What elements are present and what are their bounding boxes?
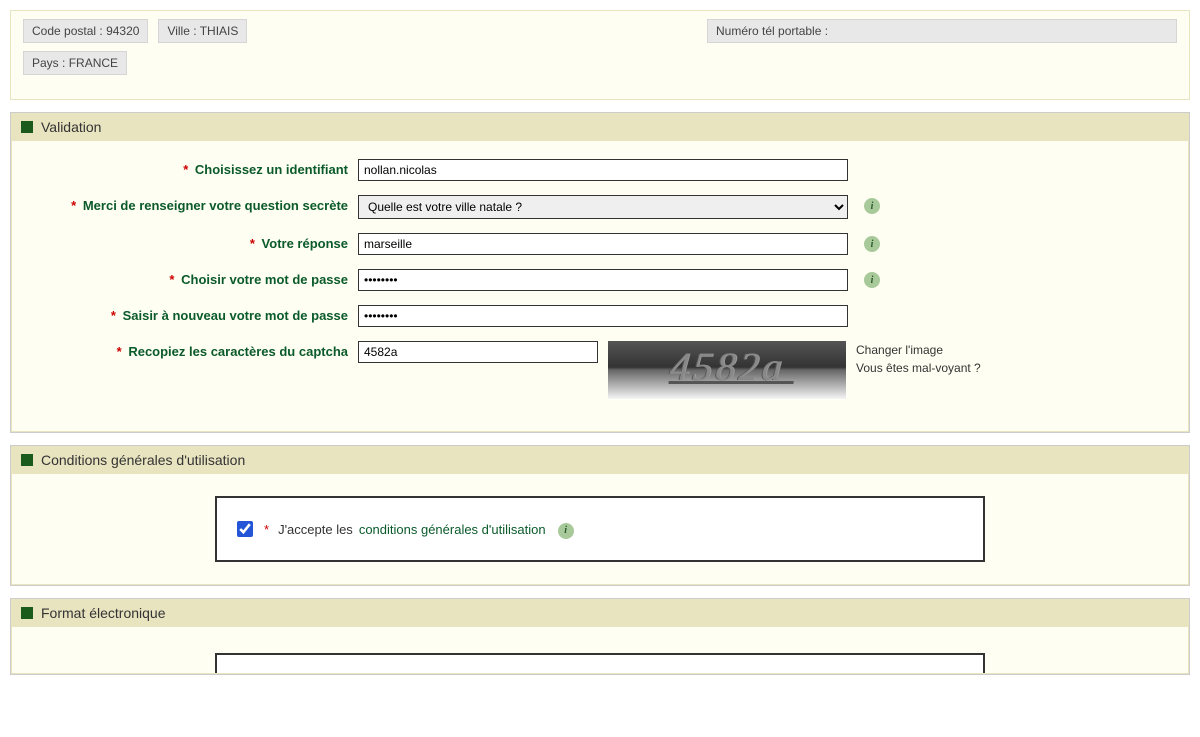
password-confirm-row: * Saisir à nouveau votre mot de passe [28, 305, 1172, 327]
postal-code-field: Code postal : 94320 [23, 19, 148, 43]
validation-panel: Validation * Choisissez un identifiant *… [10, 112, 1190, 433]
required-mark: * [183, 162, 188, 177]
required-mark: * [169, 272, 174, 287]
spacer [257, 19, 697, 43]
identifier-input[interactable] [358, 159, 848, 181]
visually-impaired-link[interactable]: Vous êtes mal-voyant ? [856, 359, 981, 377]
postal-code-value: 94320 [106, 24, 139, 38]
question-row: * Merci de renseigner votre question sec… [28, 195, 1172, 219]
required-mark: * [264, 522, 269, 537]
answer-input[interactable] [358, 233, 848, 255]
mobile-label: Numéro tél portable : [716, 24, 828, 38]
password-confirm-label: * Saisir à nouveau votre mot de passe [28, 305, 348, 323]
bullet-icon [21, 607, 33, 619]
country-label: Pays : [32, 56, 65, 70]
city-field: Ville : THIAIS [158, 19, 247, 43]
bullet-icon [21, 121, 33, 133]
required-mark: * [71, 198, 76, 213]
identifier-label: * Choisissez un identifiant [28, 159, 348, 177]
password-input[interactable] [358, 269, 848, 291]
cgu-body: * J'accepte les conditions générales d'u… [11, 474, 1189, 585]
answer-label: * Votre réponse [28, 233, 348, 251]
info-icon[interactable]: i [558, 523, 574, 539]
accept-prefix: J'accepte les [278, 522, 353, 537]
captcha-image: 4582a [608, 341, 846, 399]
password-confirm-input[interactable] [358, 305, 848, 327]
address-row-2: Pays : FRANCE [23, 51, 1177, 75]
answer-row: * Votre réponse i [28, 233, 1172, 255]
captcha-row: * Recopiez les caractères du captcha 458… [28, 341, 1172, 399]
question-select[interactable]: Quelle est votre ville natale ? [358, 195, 848, 219]
captcha-display-text: 4582a [667, 343, 786, 390]
captcha-label: * Recopiez les caractères du captcha [28, 341, 348, 359]
validation-title: Validation [41, 119, 101, 135]
address-panel: Code postal : 94320 Ville : THIAIS Numér… [10, 10, 1190, 100]
question-label: * Merci de renseigner votre question sec… [28, 195, 348, 213]
format-panel: Format électronique [10, 598, 1190, 675]
accept-cgu-checkbox[interactable] [237, 521, 253, 537]
identifier-row: * Choisissez un identifiant [28, 159, 1172, 181]
country-field: Pays : FRANCE [23, 51, 127, 75]
format-title: Format électronique [41, 605, 166, 621]
validation-body: * Choisissez un identifiant * Merci de r… [11, 141, 1189, 432]
captcha-links: Changer l'image Vous êtes mal-voyant ? [856, 341, 981, 377]
cgu-panel: Conditions générales d'utilisation * J'a… [10, 445, 1190, 586]
captcha-group: 4582a Changer l'image Vous êtes mal-voya… [358, 341, 981, 399]
required-mark: * [250, 236, 255, 251]
address-row-1: Code postal : 94320 Ville : THIAIS Numér… [23, 19, 1177, 43]
info-icon[interactable]: i [864, 236, 880, 252]
city-label: Ville : [167, 24, 196, 38]
cgu-title: Conditions générales d'utilisation [41, 452, 245, 468]
password-label: * Choisir votre mot de passe [28, 269, 348, 287]
format-body [11, 627, 1189, 674]
city-value: THIAIS [200, 24, 239, 38]
format-box [215, 653, 985, 673]
captcha-input[interactable] [358, 341, 598, 363]
cgu-box: * J'accepte les conditions générales d'u… [215, 496, 985, 562]
country-value: FRANCE [69, 56, 118, 70]
format-header: Format électronique [11, 599, 1189, 627]
info-icon[interactable]: i [864, 198, 880, 214]
change-image-link[interactable]: Changer l'image [856, 341, 981, 359]
required-mark: * [111, 308, 116, 323]
validation-header: Validation [11, 113, 1189, 141]
postal-code-label: Code postal : [32, 24, 103, 38]
cgu-link[interactable]: conditions générales d'utilisation [359, 522, 546, 537]
required-mark: * [117, 344, 122, 359]
bullet-icon [21, 454, 33, 466]
cgu-header: Conditions générales d'utilisation [11, 446, 1189, 474]
password-row: * Choisir votre mot de passe i [28, 269, 1172, 291]
info-icon[interactable]: i [864, 272, 880, 288]
mobile-field: Numéro tél portable : [707, 19, 1177, 43]
